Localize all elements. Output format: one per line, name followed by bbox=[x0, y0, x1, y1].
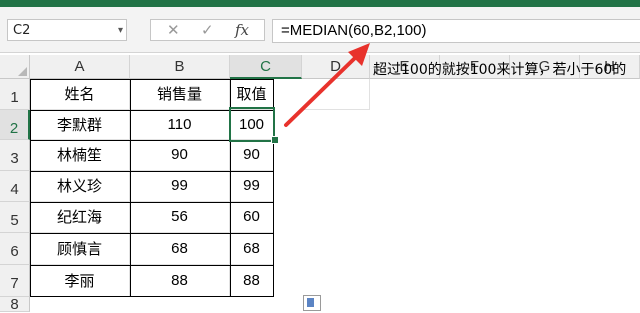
red-arrow-annotation bbox=[284, 43, 370, 127]
